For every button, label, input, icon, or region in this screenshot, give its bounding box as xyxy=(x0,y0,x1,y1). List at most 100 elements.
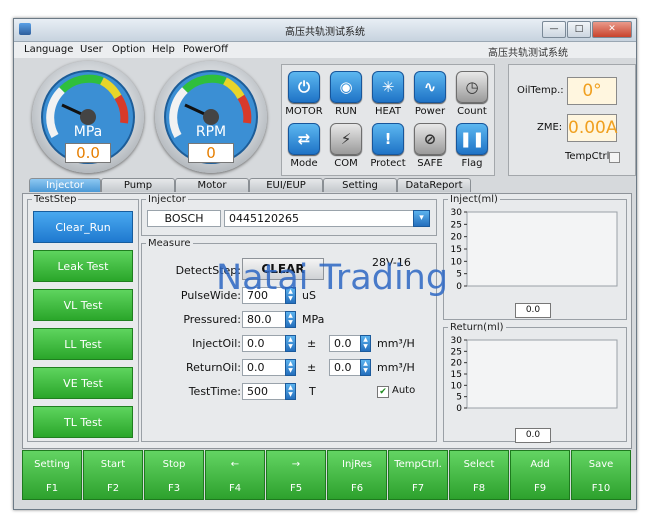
no-entry-icon: ⊘ xyxy=(414,123,446,155)
chart-tick-label: 30 xyxy=(451,336,463,346)
f6-injres-button[interactable]: InjRes F6 xyxy=(327,450,387,500)
f2-key: F2 xyxy=(106,483,120,494)
f9-key: F9 xyxy=(533,483,547,494)
flag-button[interactable]: ❚❚ Flag xyxy=(452,123,492,169)
tab-eui-eup[interactable]: EUI/EUP xyxy=(249,178,323,192)
chevron-down-icon[interactable]: ▾ xyxy=(413,210,430,227)
tempctrl-checkbox[interactable] xyxy=(609,152,620,163)
function-key-bar: Setting F1 Start F2 Stop F3 ← F4 → F5 InjRes F… xyxy=(22,450,631,500)
return-oil-tolerance-spinner[interactable]: ▲ ▼ xyxy=(360,359,371,376)
tl-test-button[interactable]: TL Test xyxy=(33,406,133,438)
zme-label: ZME: xyxy=(537,122,563,133)
chart-plot-area xyxy=(466,211,618,287)
pressured-unit: MPa xyxy=(302,313,325,326)
menu-help[interactable]: Help xyxy=(152,44,175,55)
oiltemp-value: 0° xyxy=(567,77,617,105)
mode-label: Mode xyxy=(290,158,318,169)
menu-option[interactable]: Option xyxy=(112,44,145,55)
f10-save-button[interactable]: Save F10 xyxy=(571,450,631,500)
heat-button[interactable]: ✳ HEAT xyxy=(368,71,408,117)
return-oil-spinner[interactable]: ▲ ▼ xyxy=(285,359,296,376)
motor-button[interactable]: ⏻ MOTOR xyxy=(284,71,324,117)
f8-select-button[interactable]: Select F8 xyxy=(449,450,509,500)
tab-injector[interactable]: Injector xyxy=(29,178,101,192)
pressured-spinner[interactable]: ▲ ▼ xyxy=(285,311,296,328)
f10-key: F10 xyxy=(591,483,611,494)
return-oil-input[interactable]: 0.0 xyxy=(242,359,286,376)
chart-tick-label: 20 xyxy=(451,233,463,243)
auto-checkbox[interactable]: ✔ xyxy=(377,386,389,398)
leak-test-button[interactable]: Leak Test xyxy=(33,250,133,282)
test-time-unit: T xyxy=(309,385,316,398)
test-time-spinner[interactable]: ▲ ▼ xyxy=(285,383,296,400)
status-panel: OilTemp.: 0° ZME: 0.00A TempCtrl xyxy=(508,64,636,176)
injector-brand-field[interactable]: BOSCH xyxy=(147,210,221,227)
safe-button[interactable]: ⊘ SAFE xyxy=(410,123,450,169)
mode-button[interactable]: ⇄ Mode xyxy=(284,123,324,169)
inject-oil-pm: ± xyxy=(307,337,317,350)
return-oil-pm: ± xyxy=(307,361,317,374)
f5-right-button[interactable]: → F5 xyxy=(266,450,326,500)
chart-tick-label: 5 xyxy=(456,270,462,280)
tab-pump[interactable]: Pump xyxy=(101,178,175,192)
window-controls: — □ ✕ xyxy=(542,21,632,38)
plug-icon: ⚡ xyxy=(330,123,362,155)
injector-part-select[interactable]: 0445120265 ▾ xyxy=(224,210,430,227)
menu-poweroff[interactable]: PowerOff xyxy=(183,44,228,55)
menu-language[interactable]: Language xyxy=(24,44,73,55)
sunburst-icon: ✳ xyxy=(372,71,404,103)
return-chart: 3025 201510 50 xyxy=(451,336,618,414)
injector-tab-content: TestStep Clear_Run Leak Test VL Test LL … xyxy=(22,193,632,449)
f3-stop-button[interactable]: Stop F3 xyxy=(144,450,204,500)
test-time-input[interactable]: 500 xyxy=(242,383,286,400)
flag-label: Flag xyxy=(461,158,483,169)
inject-oil-input[interactable]: 0.0 xyxy=(242,335,286,352)
protect-button[interactable]: ! Protect xyxy=(368,123,408,169)
pressured-label: Pressured: xyxy=(183,313,241,326)
f7-tempctrl-button[interactable]: TempCtrl. F7 xyxy=(388,450,448,500)
ll-test-button[interactable]: LL Test xyxy=(33,328,133,360)
injector-part-value: 0445120265 xyxy=(229,212,299,225)
minimize-button[interactable]: — xyxy=(542,21,566,38)
f2-start-button[interactable]: Start F2 xyxy=(83,450,143,500)
power-button[interactable]: ∿ Power xyxy=(410,71,450,117)
motor-label: MOTOR xyxy=(285,106,323,117)
return-oil-tolerance-input[interactable]: 0.0 xyxy=(329,359,361,376)
close-button[interactable]: ✕ xyxy=(592,21,632,38)
com-button[interactable]: ⚡ COM xyxy=(326,123,366,169)
chart-tick-label: 10 xyxy=(451,381,463,391)
menu-bar: Language User Option Help PowerOff 高压共轨测… xyxy=(14,42,636,59)
chart-tick-label: 15 xyxy=(451,370,462,380)
tab-motor[interactable]: Motor xyxy=(175,178,249,192)
menu-user[interactable]: User xyxy=(80,44,103,55)
f9-add-button[interactable]: Add F9 xyxy=(510,450,570,500)
test-time-label: TestTime: xyxy=(188,385,241,398)
f1-key: F1 xyxy=(45,483,59,494)
tab-setting[interactable]: Setting xyxy=(323,178,397,192)
vl-test-button[interactable]: VL Test xyxy=(33,289,133,321)
chart-tick-label: 0 xyxy=(456,404,462,414)
f4-left-button[interactable]: ← F4 xyxy=(205,450,265,500)
f7-key: F7 xyxy=(411,483,425,494)
menu-title-label: 高压共轨测试系统 xyxy=(488,48,568,59)
tab-datareport[interactable]: DataReport xyxy=(397,178,471,192)
maximize-button[interactable]: □ xyxy=(567,21,591,38)
chart-tick-label: 20 xyxy=(451,359,463,369)
inject-oil-tolerance-input[interactable]: 0.0 xyxy=(329,335,361,352)
count-button[interactable]: ◷ Count xyxy=(452,71,492,117)
inject-oil-label: InjectOil: xyxy=(192,337,241,350)
ve-test-button[interactable]: VE Test xyxy=(33,367,133,399)
teststep-legend: TestStep xyxy=(34,194,77,205)
control-icon-panel: ⏻ MOTOR ◉ RUN ✳ HEAT ∿ Power ◷ Count ⇄ Mode ⚡ C… xyxy=(281,64,495,176)
inject-oil-tolerance-spinner[interactable]: ▲ ▼ xyxy=(360,335,371,352)
alert-icon: ! xyxy=(372,123,404,155)
inject-oil-spinner[interactable]: ▲ ▼ xyxy=(285,335,296,352)
wave-icon: ∿ xyxy=(414,71,446,103)
f1-label: Setting xyxy=(34,459,70,470)
f3-key: F3 xyxy=(167,483,181,494)
run-button[interactable]: ◉ RUN xyxy=(326,71,366,117)
pressured-input[interactable]: 80.0 xyxy=(242,311,286,328)
clear-run-button[interactable]: Clear_Run xyxy=(33,211,133,243)
f1-setting-button[interactable]: Setting F1 xyxy=(22,450,82,500)
injector-legend: Injector xyxy=(148,194,186,205)
